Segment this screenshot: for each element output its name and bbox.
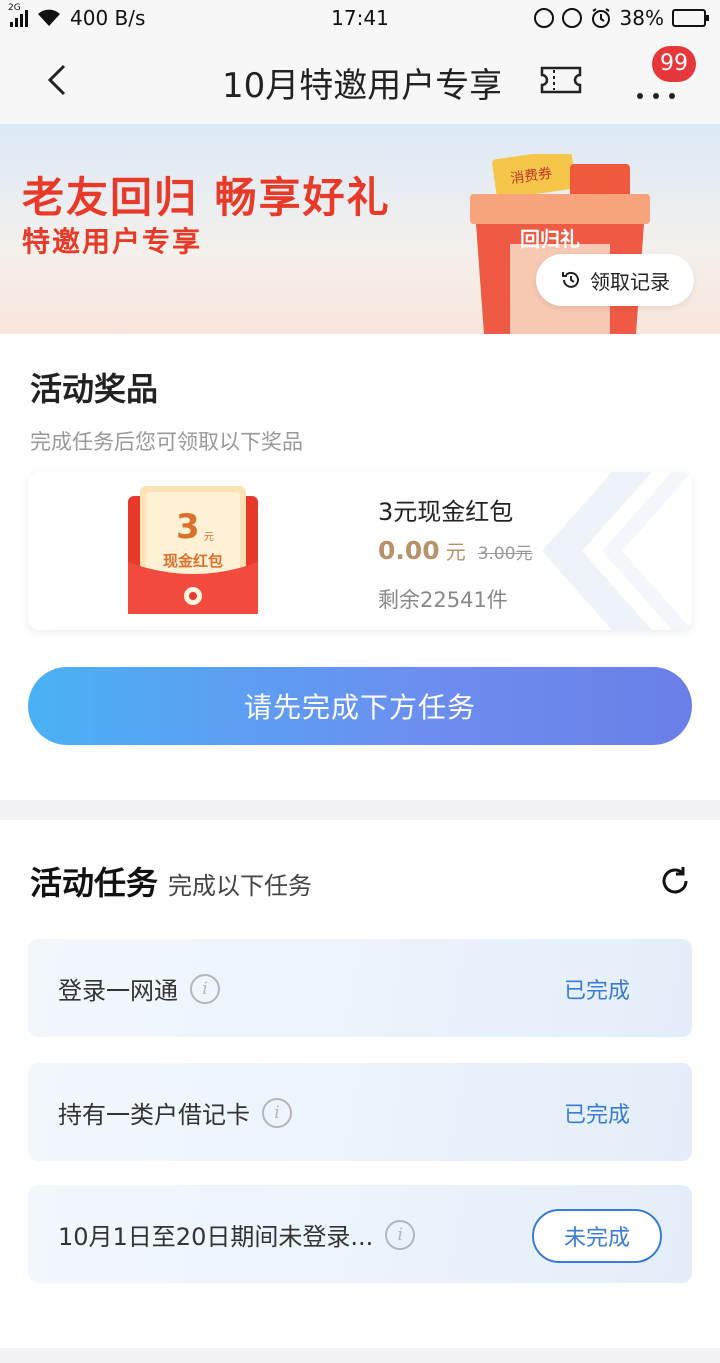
task-item-login: 登录一网通 i 已完成 (28, 939, 692, 1037)
current-price: 0.00 (378, 536, 440, 565)
status-right: 38% (533, 6, 709, 30)
prize-section-title: 活动奖品 (30, 370, 159, 408)
svg-text:元: 元 (204, 532, 214, 543)
original-price: 3.00元 (477, 544, 533, 564)
prize-section-subtitle: 完成任务后您可领取以下奖品 (30, 430, 303, 454)
task-label-row: 持有一类户借记卡 i (58, 1095, 292, 1130)
task-item-debit-card: 持有一类户借记卡 i 已完成 (28, 1063, 692, 1161)
task-section: 活动任务 完成以下任务 登录一网通 i 已完成 持有一类户借记卡 i 已完成 1… (0, 820, 720, 1348)
prize-name: 3元现金红包 (378, 498, 514, 526)
ticket-icon[interactable] (540, 66, 582, 94)
task-label-row: 登录一网通 i (58, 971, 220, 1006)
task-section-title: 活动任务 (30, 864, 159, 902)
status-bar: 2G 400 B/s 17:41 38% (0, 0, 720, 40)
task-status-done: 已完成 (564, 1103, 631, 1128)
chevron-decoration (542, 472, 692, 630)
task-label: 登录一网通 (58, 977, 178, 1005)
claim-record-button[interactable]: 领取记录 (536, 254, 694, 306)
prize-stock: 剩余22541件 (378, 588, 508, 612)
prize-price: 0.00 元 3.00元 (378, 536, 533, 565)
claim-record-label: 领取记录 (590, 269, 670, 294)
task-status-done: 已完成 (564, 979, 631, 1004)
task-item-inactive-login: 10月1日至20日期间未登录... i 未完成 (28, 1185, 692, 1283)
info-icon[interactable]: i (262, 1097, 292, 1128)
alarm-icon (591, 8, 610, 28)
dnd-icon (533, 8, 554, 28)
prize-card[interactable]: 3 元 现金红包 3元现金红包 0.00 元 3.00元 剩余22541件 (28, 472, 692, 630)
banner-subline: 特邀用户专享 (22, 225, 203, 258)
rotation-lock-icon (561, 8, 582, 28)
info-icon[interactable]: i (385, 1219, 416, 1250)
task-label: 10月1日至20日期间未登录... (58, 1223, 374, 1251)
info-icon[interactable]: i (190, 973, 220, 1004)
svg-text:现金红包: 现金红包 (163, 552, 223, 570)
battery-percent: 38% (619, 6, 664, 30)
banner-headline: 老友回归 畅享好礼 (22, 173, 391, 222)
notification-badge: 99 (652, 46, 696, 82)
back-icon[interactable] (40, 60, 80, 100)
gift-box-illustration: 消费券 回归礼 (470, 154, 650, 334)
price-unit: 元 (445, 540, 466, 564)
svg-text:回归礼: 回归礼 (520, 227, 580, 251)
promo-banner: 老友回归 畅享好礼 特邀用户专享 消费券 回归礼 领取记录 (0, 124, 720, 334)
refresh-icon[interactable] (658, 864, 692, 898)
history-icon (562, 271, 579, 288)
red-envelope-icon: 3 元 现金红包 (128, 486, 258, 614)
task-section-subtitle: 完成以下任务 (168, 872, 313, 900)
prize-section: 活动奖品 完成任务后您可领取以下奖品 3 元 现金红包 3元现金红包 0.00 … (0, 334, 720, 800)
battery-icon (672, 9, 709, 27)
nav-bar: 10月特邀用户专享 (0, 40, 720, 124)
task-label-row: 10月1日至20日期间未登录... i (58, 1217, 416, 1252)
page-title: 10月特邀用户专享 (222, 66, 500, 106)
svg-text:3: 3 (176, 507, 200, 547)
task-label: 持有一类户借记卡 (58, 1101, 250, 1129)
task-incomplete-button[interactable]: 未完成 (532, 1209, 662, 1263)
task-section-header: 活动任务 完成以下任务 (30, 858, 312, 904)
complete-tasks-first-button[interactable]: 请先完成下方任务 (28, 667, 692, 745)
